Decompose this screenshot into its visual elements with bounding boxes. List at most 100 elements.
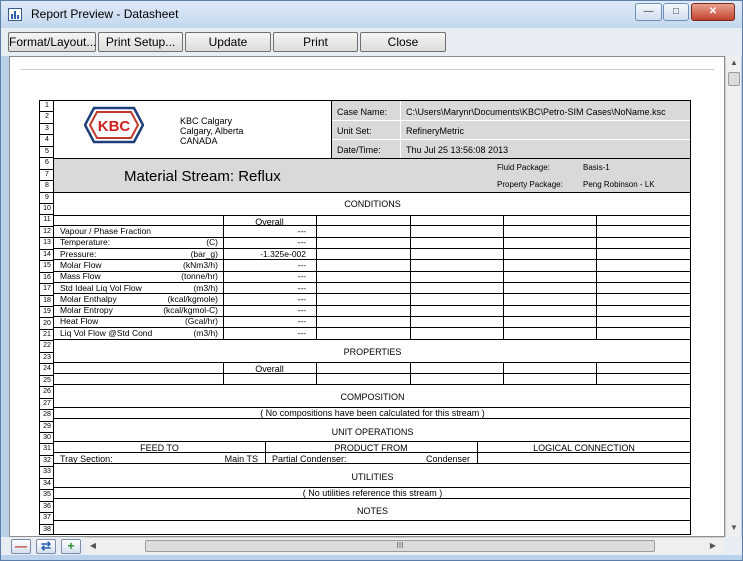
- conditions-title: CONDITIONS: [344, 199, 401, 209]
- row-number: 19: [40, 307, 54, 319]
- property-package-label: Property Package:: [497, 180, 563, 189]
- properties-title: PROPERTIES: [343, 347, 402, 357]
- row-number: 20: [40, 319, 54, 330]
- condition-value: ---: [297, 282, 307, 293]
- row-number: 26: [40, 387, 54, 399]
- property-package-value: Peng Robinson - LK: [583, 180, 655, 189]
- datasheet-app-icon: [8, 8, 22, 21]
- condition-name: Vapour / Phase Fraction: [60, 226, 152, 236]
- datasheet-content: KBC KBC Calgary Calgary, Alberta CANADA …: [54, 101, 690, 534]
- minimize-button[interactable]: —: [635, 3, 662, 21]
- fluid-package-label: Fluid Package:: [497, 163, 550, 172]
- row-number: 23: [40, 353, 54, 365]
- row-number: 15: [40, 261, 54, 273]
- maximize-button[interactable]: □: [663, 3, 689, 21]
- close-button[interactable]: Close: [360, 32, 446, 52]
- update-button[interactable]: Update: [185, 32, 271, 52]
- company-line-2: Calgary, Alberta: [180, 126, 244, 136]
- print-setup-button[interactable]: Print Setup...: [98, 32, 183, 52]
- condition-value: ---: [297, 293, 307, 304]
- toolbar: Format/Layout... Print Setup... Update P…: [1, 28, 742, 56]
- horizontal-scroll-thumb[interactable]: III: [145, 540, 655, 552]
- row-number: 10: [40, 204, 54, 216]
- condition-name: Heat Flow: [60, 316, 99, 327]
- condition-unit: (kcal/kgmol-C): [163, 305, 218, 316]
- scroll-left-icon[interactable]: ◀: [85, 541, 101, 550]
- plus-icon: +: [67, 539, 75, 553]
- unit-operations-title: UNIT OPERATIONS: [331, 427, 414, 437]
- row-number: 31: [40, 444, 54, 456]
- datasheet: 1 2 3 4 5 6 7 8 9 10 11 12 13 14 15 16 17 18 19 20 21 22 23 24 2…: [39, 100, 691, 535]
- fit-page-icon: ⇄: [40, 539, 52, 553]
- zoom-fit-button[interactable]: ⇄: [36, 539, 56, 554]
- composition-note: ( No compositions have been calculated f…: [260, 408, 485, 418]
- row-number: 17: [40, 284, 54, 296]
- utilities-title: UTILITIES: [351, 472, 394, 482]
- row-number: 2: [40, 112, 54, 124]
- datetime-label: Date/Time:: [337, 145, 381, 155]
- horizontal-scrollbar[interactable]: ◀ III ▶: [85, 537, 724, 554]
- condition-value: ---: [297, 237, 307, 248]
- minimize-icon: —: [643, 6, 654, 17]
- condition-unit: (kcal/kgmole): [167, 293, 218, 304]
- row-number: 25: [40, 376, 54, 388]
- case-name-label: Case Name:: [337, 107, 388, 117]
- row-number: 33: [40, 467, 54, 479]
- scroll-up-icon[interactable]: ▲: [726, 58, 742, 67]
- row-number: 21: [40, 330, 54, 342]
- zoom-out-button[interactable]: —: [11, 539, 31, 554]
- condition-unit: (m3/h): [193, 282, 218, 293]
- condition-name: Molar Flow: [60, 259, 102, 270]
- vertical-scrollbar[interactable]: ▲ ▼: [725, 56, 741, 537]
- row-number: 13: [40, 238, 54, 250]
- vertical-scroll-thumb[interactable]: [728, 72, 740, 86]
- condition-unit: (bar_g): [190, 248, 218, 259]
- condition-name: Temperature:: [60, 237, 111, 248]
- scroll-down-icon[interactable]: ▼: [726, 523, 742, 532]
- condition-name: Std Ideal Liq Vol Flow: [60, 282, 142, 293]
- company-line-3: CANADA: [180, 136, 218, 146]
- condition-unit: (kNm3/h): [183, 259, 218, 270]
- row-number: 34: [40, 479, 54, 491]
- row-number: 12: [40, 227, 54, 239]
- window-title: Report Preview - Datasheet: [31, 7, 179, 21]
- preview-viewport: 1 2 3 4 5 6 7 8 9 10 11 12 13 14 15 16 17 18 19 20 21 22 23 24 2…: [9, 56, 725, 537]
- row-number: 22: [40, 341, 54, 353]
- minus-icon: —: [15, 539, 27, 553]
- row-number: 30: [40, 433, 54, 445]
- zoom-in-button[interactable]: +: [61, 539, 81, 554]
- row-number: 8: [40, 181, 54, 193]
- condition-value: ---: [297, 226, 307, 236]
- case-name-value: C:\Users\Marynr\Documents\KBC\Petro-SIM …: [406, 107, 666, 117]
- condition-value: ---: [297, 271, 307, 282]
- page: 1 2 3 4 5 6 7 8 9 10 11 12 13 14 15 16 17 18 19 20 21 22 23 24 2…: [10, 57, 724, 536]
- row-number: 3: [40, 124, 54, 136]
- condition-value: ---: [297, 259, 307, 270]
- close-icon: ✕: [708, 6, 718, 17]
- row-number: 35: [40, 490, 54, 502]
- row-number: 27: [40, 399, 54, 411]
- row-number: 37: [40, 513, 54, 525]
- row-number: 36: [40, 502, 54, 514]
- condition-name: Molar Entropy: [60, 305, 113, 316]
- scroll-right-icon[interactable]: ▶: [705, 541, 721, 550]
- row-number: 18: [40, 296, 54, 308]
- row-number: 14: [40, 250, 54, 262]
- row-number: 38: [40, 525, 54, 534]
- title-bar: Report Preview - Datasheet — □ ✕: [1, 1, 742, 28]
- close-window-button[interactable]: ✕: [691, 3, 735, 21]
- format-layout-button[interactable]: Format/Layout...: [8, 32, 96, 52]
- print-button[interactable]: Print: [273, 32, 358, 52]
- kbc-logo: KBC: [84, 106, 144, 144]
- utilities-note: ( No utilities reference this stream ): [302, 488, 443, 498]
- row-number: 7: [40, 170, 54, 182]
- row-number: 32: [40, 456, 54, 468]
- row-number: 6: [40, 158, 54, 170]
- row-number: 1: [40, 101, 54, 113]
- row-number: 16: [40, 273, 54, 285]
- company-line-1: KBC Calgary: [180, 116, 233, 126]
- condition-value: -1.325e-002: [260, 248, 306, 259]
- composition-title: COMPOSITION: [340, 392, 405, 402]
- condition-value: ---: [297, 305, 307, 316]
- row-number: 24: [40, 364, 54, 376]
